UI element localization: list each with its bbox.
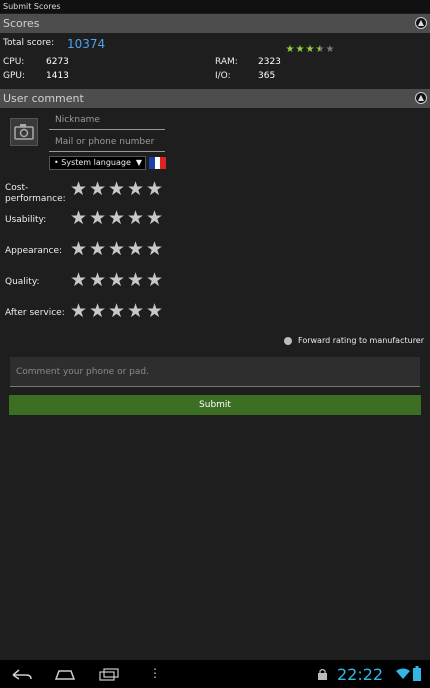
star-icon[interactable]: ★: [145, 302, 164, 321]
star-rating-input[interactable]: ★ ★ ★ ★ ★: [69, 180, 164, 199]
star-icon[interactable]: ★: [69, 240, 88, 259]
camera-icon: [14, 124, 34, 140]
rating-label: Cost- performance:: [5, 183, 66, 204]
submit-button[interactable]: Submit: [9, 395, 421, 415]
scores-section-header[interactable]: Scores ▲: [0, 14, 430, 33]
scores-section-title: Scores: [3, 17, 40, 30]
star-icon[interactable]: ★: [126, 240, 145, 259]
language-select-value: • System language: [54, 158, 131, 167]
recent-apps-icon[interactable]: [99, 668, 119, 681]
menu-icon[interactable]: ⋮: [149, 667, 161, 679]
star-icon[interactable]: ★: [126, 180, 145, 199]
star-icon[interactable]: ★: [145, 271, 164, 290]
comment-section-title: User comment: [3, 92, 84, 105]
io-label: I/O:: [215, 71, 231, 81]
ram-value: 2323: [258, 57, 281, 67]
rating-star-icon: ★: [315, 44, 325, 55]
star-icon[interactable]: ★: [107, 180, 126, 199]
star-rating-input[interactable]: ★ ★ ★ ★ ★: [69, 302, 164, 321]
rating-label: Usability:: [5, 215, 47, 225]
collapse-scores-button[interactable]: ▲: [415, 17, 427, 29]
star-icon[interactable]: ★: [88, 180, 107, 199]
total-score-label: Total score:: [3, 38, 55, 48]
star-icon[interactable]: ★: [145, 240, 164, 259]
back-icon[interactable]: [11, 668, 33, 681]
dropdown-arrow-icon: ▼: [135, 158, 142, 167]
star-icon[interactable]: ★: [107, 271, 126, 290]
rating-star-icon: ★: [325, 44, 335, 55]
lock-icon: [318, 668, 327, 680]
rating-star-icon: ★: [305, 44, 315, 55]
language-select[interactable]: • System language ▼: [49, 156, 146, 170]
star-icon[interactable]: ★: [88, 271, 107, 290]
star-icon[interactable]: ★: [126, 209, 145, 228]
star-icon[interactable]: ★: [107, 302, 126, 321]
ram-label: RAM:: [215, 57, 238, 67]
rating-row: After service: ★ ★ ★ ★ ★: [0, 302, 430, 326]
cpu-value: 6273: [46, 57, 69, 67]
cpu-label: CPU:: [3, 57, 25, 67]
overall-rating: ★★★★★: [285, 37, 335, 56]
io-value: 365: [258, 71, 276, 81]
star-icon[interactable]: ★: [126, 271, 145, 290]
star-icon[interactable]: ★: [69, 209, 88, 228]
star-icon[interactable]: ★: [88, 240, 107, 259]
gpu-value: 1413: [46, 71, 69, 81]
total-score-value: 10374: [67, 37, 106, 51]
nickname-input[interactable]: Nickname: [49, 111, 165, 130]
wifi-icon: [396, 668, 410, 679]
comment-section-header[interactable]: User comment ▲: [0, 89, 430, 108]
star-icon[interactable]: ★: [107, 240, 126, 259]
rating-row: Usability: ★ ★ ★ ★ ★: [0, 209, 430, 233]
french-flag-icon: [149, 157, 167, 169]
rating-row: Appearance: ★ ★ ★ ★ ★: [0, 240, 430, 264]
rating-row: Cost- performance: ★ ★ ★ ★ ★: [0, 180, 430, 205]
rating-star-icon: ★: [285, 44, 295, 55]
star-rating-input[interactable]: ★ ★ ★ ★ ★: [69, 271, 164, 290]
rating-row: Quality: ★ ★ ★ ★ ★: [0, 271, 430, 295]
rating-star-icon: ★: [295, 44, 305, 55]
navigation-bar: ⋮ 22:22: [0, 660, 430, 688]
collapse-comment-button[interactable]: ▲: [415, 92, 427, 104]
star-icon[interactable]: ★: [126, 302, 145, 321]
star-rating-input[interactable]: ★ ★ ★ ★ ★: [69, 209, 164, 228]
camera-button[interactable]: [10, 118, 38, 146]
forward-rating-label[interactable]: Forward rating to manufacturer: [298, 336, 424, 345]
chevron-up-icon: ▲: [417, 93, 425, 102]
star-icon[interactable]: ★: [145, 180, 164, 199]
rating-label: Appearance:: [5, 246, 63, 256]
rating-label: After service:: [5, 308, 65, 318]
comment-input[interactable]: Comment your phone or pad.: [10, 357, 420, 387]
star-icon[interactable]: ★: [69, 302, 88, 321]
home-icon[interactable]: [55, 669, 75, 680]
star-icon[interactable]: ★: [88, 209, 107, 228]
gpu-label: GPU:: [3, 71, 26, 81]
chevron-up-icon: ▲: [417, 18, 425, 27]
star-icon[interactable]: ★: [69, 180, 88, 199]
star-rating-input[interactable]: ★ ★ ★ ★ ★: [69, 240, 164, 259]
contact-input[interactable]: Mail or phone number: [49, 133, 165, 152]
rating-label: Quality:: [5, 277, 40, 287]
battery-icon: [413, 666, 421, 681]
star-icon[interactable]: ★: [69, 271, 88, 290]
star-icon[interactable]: ★: [107, 209, 126, 228]
star-icon[interactable]: ★: [88, 302, 107, 321]
forward-rating-checkbox[interactable]: [284, 337, 292, 345]
clock: 22:22: [337, 665, 384, 684]
star-icon[interactable]: ★: [145, 209, 164, 228]
window-title: Submit Scores: [0, 0, 430, 13]
